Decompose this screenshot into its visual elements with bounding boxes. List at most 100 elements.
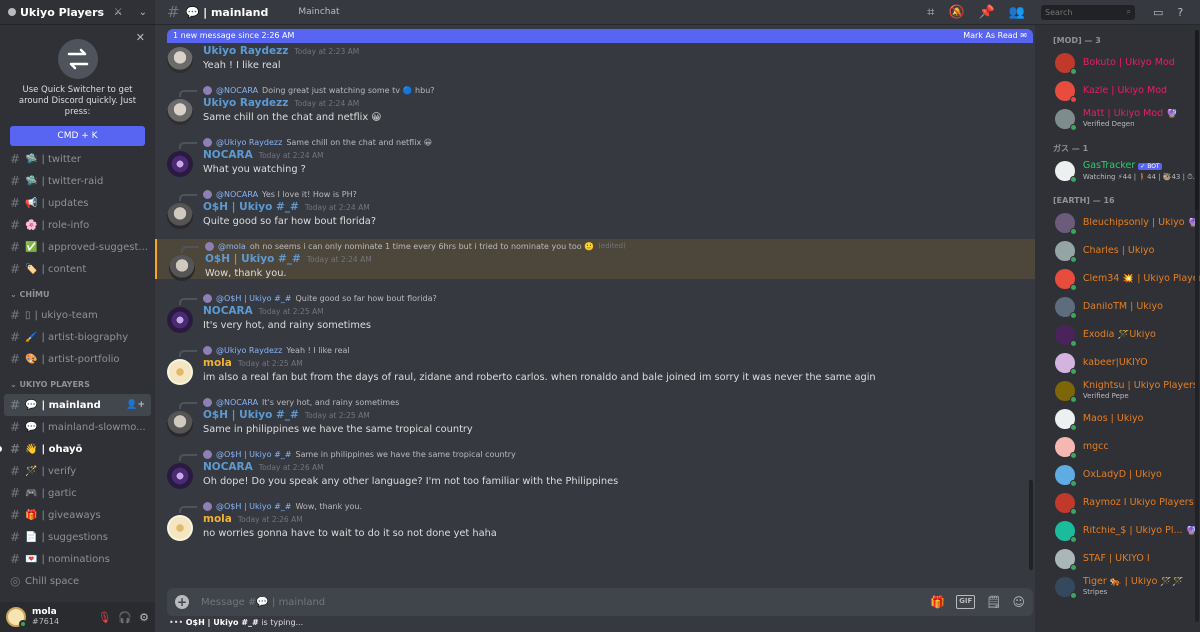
message-author[interactable]: Ukiyo Raydezz (203, 45, 288, 57)
channel-giveaways[interactable]: # 🎁 | giveaways (0, 504, 155, 526)
message-input[interactable] (201, 596, 931, 608)
settings-gear-icon[interactable]: ⚙ (139, 611, 149, 624)
member-item[interactable]: DaniloTM | Ukiyo (1035, 293, 1200, 321)
channel-approved-suggest[interactable]: # ✅ | approved-suggest... (0, 236, 155, 258)
avatar (1055, 81, 1077, 103)
member-item[interactable]: Knightsu | Ukiyo Players Verified Pepe (1035, 377, 1200, 405)
avatar[interactable] (167, 359, 193, 385)
avatar[interactable] (169, 255, 195, 281)
category-chimu[interactable]: ⌄ CHĪMU (0, 284, 155, 304)
avatar[interactable] (167, 203, 193, 229)
avatar[interactable] (167, 463, 193, 489)
message-author[interactable]: Ukiyo Raydezz (203, 97, 288, 109)
member-item[interactable]: mgcc (1035, 433, 1200, 461)
member-item[interactable]: Ritchie_$ | Ukiyo Pl... 🔮 (1035, 517, 1200, 545)
member-name-text: Ritchie_$ | Ukiyo Pl... 🔮 (1082, 526, 1198, 536)
channel-suggestions[interactable]: # 📄 | suggestions (0, 526, 155, 548)
message-author[interactable]: O$H | Ukiyo #_# (203, 201, 299, 213)
channel-twitter-raid[interactable]: # 🛸 | twitter-raid (0, 170, 155, 192)
members-icon[interactable]: 👥 (1009, 5, 1025, 20)
channel-ohay[interactable]: # 👋 | ohayō (0, 438, 155, 460)
pin-icon[interactable]: 📌 (979, 5, 995, 20)
channel-gartic[interactable]: # 🎮 | gartic (0, 482, 155, 504)
inbox-icon[interactable]: ▭ (1153, 6, 1163, 19)
channel-ukiyo-team[interactable]: # ▯ | ukiyo-team (0, 304, 155, 326)
channel-topic[interactable]: Mainchat (288, 7, 339, 17)
headphones-icon[interactable]: 🎧 (118, 611, 132, 624)
channel-artist-portfolio[interactable]: # 🎨 | artist-portfolio (0, 348, 155, 370)
help-icon[interactable]: ? (1177, 6, 1183, 19)
threads-icon[interactable]: ⌗ (927, 5, 934, 20)
message-author[interactable]: mola (203, 357, 232, 369)
gif-button[interactable]: GIF (956, 595, 976, 609)
member-item[interactable]: Raymoz I Ukiyo Players (1035, 489, 1200, 517)
member-item[interactable]: GasTracker ✓ BOT Watching ⚡44 | 🚶44 | 🦥43 … (1035, 157, 1200, 185)
server-header[interactable]: Ukiyo Players ⚔ ⌄ (0, 0, 155, 25)
reply-preview[interactable]: @O$H | Ukiyo #_# Wow, thank you. (203, 499, 1019, 513)
reply-preview[interactable]: @Ukiyo Raydezz Same chill on the chat and… (203, 135, 1019, 149)
message-author[interactable]: O$H | Ukiyo #_# (203, 409, 299, 421)
notification-bell-muted-icon[interactable]: 🔕 (948, 5, 964, 20)
channel-mainland-slowmo[interactable]: # 💬 | mainland-slowmo... (0, 416, 155, 438)
reply-preview[interactable]: @Ukiyo Raydezz Yeah ! I like real (203, 343, 1019, 357)
mute-microphone-icon[interactable]: 🎙 (97, 611, 111, 624)
quick-switcher-shortcut-button[interactable]: CMD + K (10, 126, 145, 146)
reply-preview[interactable]: @mola oh no seems i can only nominate 1 t… (205, 239, 1019, 253)
avatar[interactable] (167, 151, 193, 177)
member-item[interactable]: OxLadyD | Ukiyo (1035, 461, 1200, 489)
status-dot (1069, 396, 1077, 403)
member-item[interactable]: kabeer|UKIYO (1035, 349, 1200, 377)
reply-preview[interactable]: @O$H | Ukiyo #_# Same in philippines we h… (203, 447, 1019, 461)
reply-preview[interactable]: @NOCARA It's very hot, and rainy sometime… (203, 395, 1019, 409)
channel-verify[interactable]: # 🪄 | verify (0, 460, 155, 482)
member-item[interactable]: Kazle | Ukiyo Mod (1035, 77, 1200, 105)
channel-mainland[interactable]: # 💬 | mainland 👤+ (4, 394, 151, 416)
scrollbar[interactable] (1195, 30, 1199, 622)
avatar[interactable] (167, 307, 193, 333)
avatar[interactable] (167, 47, 193, 73)
gift-icon[interactable]: 🎁 (930, 595, 945, 609)
channel-artist-biography[interactable]: # 🖌️ | artist-biography (0, 326, 155, 348)
member-item[interactable]: Bokuto | Ukiyo Mod (1035, 49, 1200, 77)
scrollbar-thumb[interactable] (1195, 30, 1199, 210)
avatar[interactable] (167, 411, 193, 437)
new-messages-banner[interactable]: 1 new message since 2:26 AM Mark As Read… (167, 29, 1033, 43)
avatar[interactable] (6, 607, 27, 628)
channel-content[interactable]: # 🏷️ | content (0, 258, 155, 280)
voice-channel-chill-space[interactable]: ◎ Chill space (0, 570, 155, 592)
channel-twitter[interactable]: # 🛸 | twitter (0, 148, 155, 170)
member-item[interactable]: Matt | Ukiyo Mod 🔮 Verified Degen (1035, 105, 1200, 133)
reply-preview[interactable]: @O$H | Ukiyo #_# Quite good so far how bo… (203, 291, 1019, 305)
invite-user-icon[interactable]: 👤+ (126, 400, 145, 410)
message-author[interactable]: mola (203, 513, 232, 525)
chevron-down-icon[interactable]: ⌄ (139, 7, 147, 18)
member-item[interactable]: Exodia 🪄Ukiyo (1035, 321, 1200, 349)
sticker-icon[interactable]: 🗒 (986, 595, 1001, 609)
member-item[interactable]: Bleuchipsonly | Ukiyo 🔮 (1035, 209, 1200, 237)
emoji-icon[interactable]: ☺ (1012, 595, 1025, 609)
message-author[interactable]: O$H | Ukiyo #_# (205, 253, 301, 265)
member-item[interactable]: Clem34 💥 | Ukiyo Players (1035, 265, 1200, 293)
member-item[interactable]: Maos | Ukiyo (1035, 405, 1200, 433)
attach-plus-button[interactable]: + (175, 595, 189, 609)
scrollbar[interactable] (1029, 480, 1033, 570)
message-author[interactable]: NOCARA (203, 461, 253, 473)
quick-switcher-card: ✕ Use Quick Switcher to get around Disco… (0, 25, 155, 147)
reply-preview[interactable]: @NOCARA Doing great just watching some tv… (203, 83, 1019, 97)
member-item[interactable]: Tiger 🐅 | Ukiyo 🪄🪄 Stripes (1035, 573, 1200, 601)
mark-as-read-button[interactable]: Mark As Read ✉ (963, 29, 1027, 43)
channel-name: | role-info (41, 219, 90, 231)
member-item[interactable]: Charles | Ukiyo (1035, 237, 1200, 265)
reply-preview[interactable]: @NOCARA Yes I love it! How is PH? (203, 187, 1019, 201)
channel-updates[interactable]: # 📢 | updates (0, 192, 155, 214)
member-item[interactable]: STAF | UKIYO I (1035, 545, 1200, 573)
avatar[interactable] (167, 99, 193, 125)
close-icon[interactable]: ✕ (136, 31, 145, 44)
search-input[interactable] (1045, 7, 1115, 17)
message-author[interactable]: NOCARA (203, 305, 253, 317)
channel-nominations[interactable]: # 💌 | nominations (0, 548, 155, 570)
avatar[interactable] (167, 515, 193, 541)
channel-role-info[interactable]: # 🌸 | role-info (0, 214, 155, 236)
category-ukiyo-players[interactable]: ⌄ UKIYO PLAYERS (0, 374, 155, 394)
message-author[interactable]: NOCARA (203, 149, 253, 161)
